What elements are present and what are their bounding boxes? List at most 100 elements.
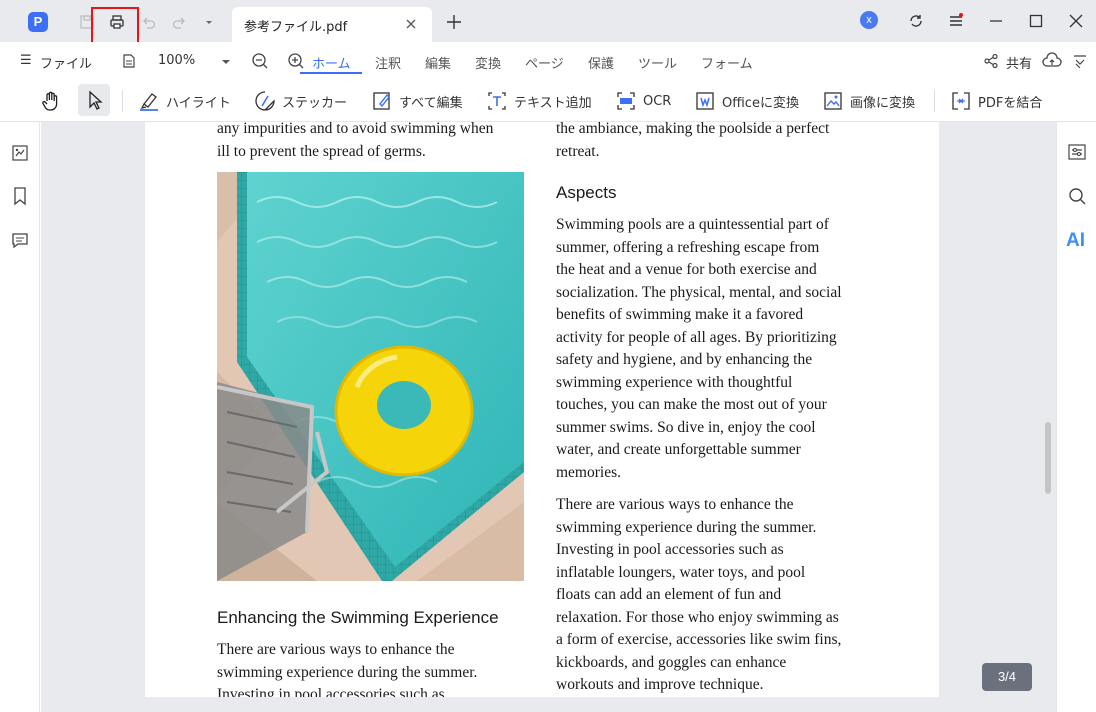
add-text-label: テキスト追加 xyxy=(514,95,592,111)
tab-home[interactable]: ホーム xyxy=(312,53,351,72)
text-line: memories. xyxy=(556,463,621,481)
combine-icon xyxy=(952,92,970,110)
section-heading-enhancing: Enhancing the Swimming Experience xyxy=(217,608,499,627)
edit-icon xyxy=(373,92,390,110)
menu-icon[interactable] xyxy=(947,12,965,30)
text-line: kickboards, and goggles can enhance xyxy=(556,653,787,671)
tab-convert[interactable]: 変換 xyxy=(475,53,501,72)
hand-icon xyxy=(42,91,58,111)
text-line: swimming experience during the summer. xyxy=(217,663,478,681)
text-line: relaxation. For those who enjoy swimming… xyxy=(556,608,839,626)
tab-edit[interactable]: 編集 xyxy=(425,53,451,72)
toolbar-separator xyxy=(122,90,123,112)
zoom-out-icon[interactable] xyxy=(251,52,269,70)
text-line: water, and create unforgettable summer xyxy=(556,441,801,458)
add-text-button[interactable]: テキスト追加 xyxy=(486,88,592,114)
sticker-label: ステッカー xyxy=(282,95,348,111)
zoom-dropdown-icon[interactable] xyxy=(220,56,232,68)
quick-access-dropdown-icon[interactable] xyxy=(200,13,218,31)
close-tab-icon[interactable] xyxy=(404,17,418,31)
text-box-icon xyxy=(488,92,506,110)
text-line: the heat and a venue for both exercise a… xyxy=(556,261,817,278)
ocr-button[interactable]: OCR xyxy=(615,88,671,114)
sync-icon[interactable] xyxy=(907,12,925,30)
left-sidebar xyxy=(0,122,40,712)
hand-tool-button[interactable] xyxy=(40,88,68,114)
cloud-upload-icon[interactable] xyxy=(1042,52,1062,70)
search-icon[interactable] xyxy=(1067,186,1087,206)
text-line: touches, you can make the most out of yo… xyxy=(556,396,827,413)
text-line: There are various ways to enhance the xyxy=(217,641,455,658)
tab-page[interactable]: ページ xyxy=(525,53,564,72)
minimize-icon[interactable] xyxy=(987,12,1005,30)
text-line: any impurities and to avoid swimming whe… xyxy=(217,122,494,137)
text-line: Swimming pools are a quintessential part… xyxy=(556,216,829,233)
text-line: Investing in pool accessories such as xyxy=(556,541,784,558)
text-line: inflatable loungers, water toys, and poo… xyxy=(556,563,806,581)
ocr-label: OCR xyxy=(643,93,672,109)
convert-to-office-button[interactable]: Officeに変換 xyxy=(694,88,799,114)
pool-photo xyxy=(217,172,524,581)
left-column-top: any impurities and to avoid swimming whe… xyxy=(217,122,537,163)
redo-icon[interactable] xyxy=(170,13,188,31)
text-line: summer swims. So dive in, enjoy the cool xyxy=(556,418,816,436)
pdf-page[interactable]: any impurities and to avoid swimming whe… xyxy=(145,122,939,697)
image-icon xyxy=(824,92,842,110)
avatar[interactable]: x xyxy=(860,11,878,29)
file-menu-icon[interactable]: ☰ xyxy=(20,53,32,68)
new-tab-icon[interactable] xyxy=(446,14,462,30)
section-heading-aspects: Aspects xyxy=(556,183,617,202)
collapse-ribbon-icon[interactable] xyxy=(1073,54,1087,68)
file-menu[interactable]: ファイル xyxy=(40,53,92,72)
share-button[interactable]: 共有 xyxy=(1006,53,1032,72)
toolbar-separator xyxy=(934,90,935,112)
app-logo-icon[interactable]: P xyxy=(28,12,48,32)
close-window-icon[interactable] xyxy=(1067,12,1085,30)
text-line: swimming experience during the summer. xyxy=(556,518,817,536)
text-line: activity for people of all ages. By prio… xyxy=(556,328,837,346)
cursor-icon xyxy=(89,90,103,110)
convert-to-image-label: 画像に変換 xyxy=(850,95,916,111)
left-column-bottom: There are various ways to enhance the sw… xyxy=(217,639,537,697)
highlight-label: ハイライト xyxy=(166,95,231,111)
right-paragraph-2: There are various ways to enhance the sw… xyxy=(556,494,886,697)
text-line: swimming experience with thoughtful xyxy=(556,373,793,391)
share-icon[interactable] xyxy=(983,53,999,69)
undo-icon[interactable] xyxy=(140,13,158,31)
thumbnail-icon[interactable] xyxy=(10,143,30,163)
right-paragraph-1: Swimming pools are a quintessential part… xyxy=(556,214,886,484)
comment-icon[interactable] xyxy=(10,230,30,250)
document-tab[interactable]: 参考ファイル.pdf xyxy=(232,7,432,42)
text-line: a form of exercise, accessories like swi… xyxy=(556,631,842,648)
convert-to-image-button[interactable]: 画像に変換 xyxy=(822,88,915,114)
properties-icon[interactable] xyxy=(1067,142,1087,162)
sticker-button[interactable]: ステッカー xyxy=(254,88,347,114)
bookmark-icon[interactable] xyxy=(10,186,30,206)
office-icon xyxy=(696,92,714,110)
page-view-icon[interactable] xyxy=(121,53,137,69)
text-line: socialization. The physical, mental, and… xyxy=(556,283,842,301)
text-line: floats can add an element of fun and xyxy=(556,586,782,603)
edit-all-button[interactable]: すべて編集 xyxy=(371,88,463,114)
ai-assistant-icon[interactable]: AI xyxy=(1066,230,1085,252)
text-line: the ambiance, making the poolside a perf… xyxy=(556,122,830,137)
tab-tools[interactable]: ツール xyxy=(638,53,677,72)
text-line: workouts and improve technique. xyxy=(556,676,764,693)
vertical-scrollbar[interactable] xyxy=(1045,422,1051,494)
zoom-value[interactable]: 100% xyxy=(158,53,195,68)
tab-form[interactable]: フォーム xyxy=(701,53,753,72)
highlight-button[interactable]: ハイライト xyxy=(138,88,231,114)
tab-title: 参考ファイル.pdf xyxy=(244,20,348,35)
edit-all-label: すべて編集 xyxy=(399,95,463,111)
combine-pdf-label: PDFを結合 xyxy=(978,95,1043,111)
menu-bar: ☰ ファイル 100% ホーム 注釈 編集 変換 ページ 保護 ツール フォーム… xyxy=(0,42,1096,80)
tab-annotate[interactable]: 注釈 xyxy=(375,53,401,72)
page-indicator: 3/4 xyxy=(982,663,1032,691)
combine-pdf-button[interactable]: PDFを結合 xyxy=(950,88,1042,114)
tab-protect[interactable]: 保護 xyxy=(588,53,614,72)
select-tool-button[interactable] xyxy=(78,84,110,116)
ocr-icon xyxy=(617,92,635,110)
zoom-in-icon[interactable] xyxy=(287,52,305,70)
text-line: Investing in pool accessories such as xyxy=(217,686,445,697)
maximize-icon[interactable] xyxy=(1027,12,1045,30)
